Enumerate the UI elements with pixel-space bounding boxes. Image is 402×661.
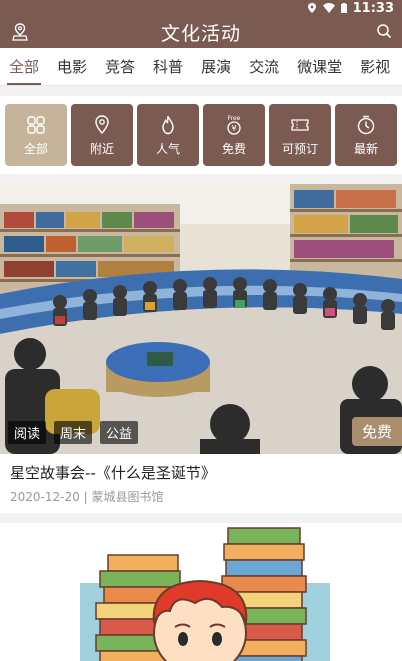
tag-charity: 公益 <box>100 421 139 444</box>
filter-label: 人气 <box>155 141 180 156</box>
map-location-icon[interactable] <box>12 23 28 41</box>
activity-info: 星空故事会--《什么是圣诞节》 2020-12-20 | 蒙城县图书馆 <box>0 454 402 513</box>
filter-label: 附近 <box>89 141 114 156</box>
filter-label: 全部 <box>23 141 48 156</box>
activity-title[interactable]: 星空故事会--《什么是圣诞节》 <box>10 462 392 483</box>
flame-icon <box>162 115 174 134</box>
filter-nearby-button[interactable]: 附近 <box>71 104 133 166</box>
tab-quiz[interactable]: 竞答 <box>96 48 144 85</box>
cartoon-books-illustration <box>0 523 402 661</box>
free-yen-icon: Free ¥ <box>227 115 241 135</box>
search-icon[interactable] <box>376 23 392 39</box>
tab-micro-class[interactable]: 微课堂 <box>288 48 351 85</box>
tag-reading: 阅读 <box>8 421 47 444</box>
location-pin-icon <box>95 114 109 134</box>
category-tabs: 全部 电影 竞答 科普 展演 交流 微课堂 影视 <box>0 48 402 86</box>
tag-weekend: 周末 <box>54 421 93 444</box>
activity-date: 2020-12-20 <box>10 490 80 504</box>
filter-free-button[interactable]: Free ¥ 免费 <box>203 104 265 166</box>
status-bar: 11:33 <box>0 0 402 16</box>
location-status-icon <box>307 3 316 13</box>
tab-exchange[interactable]: 交流 <box>240 48 288 85</box>
filter-label: 免费 <box>221 141 246 156</box>
filter-all-button[interactable]: 全部 <box>5 104 67 166</box>
price-badge: 免费 <box>351 417 402 446</box>
filter-label: 可预订 <box>281 141 318 156</box>
app-bar: 文化活动 <box>0 16 402 48</box>
tab-film[interactable]: 影视 <box>351 48 399 85</box>
page-title: 文化活动 <box>160 22 241 45</box>
svg-text:Free: Free <box>228 115 241 122</box>
wifi-icon <box>322 3 335 13</box>
activity-photo[interactable]: 阅读 周末 公益 免费 <box>0 184 402 454</box>
grid-icon <box>27 115 45 134</box>
status-time: 11:33 <box>352 0 394 16</box>
activity-meta: 2020-12-20 | 蒙城县图书馆 <box>10 488 392 505</box>
ticket-icon <box>291 118 309 131</box>
activity-venue: 蒙城县图书馆 <box>91 490 164 504</box>
battery-icon <box>340 3 347 13</box>
filter-popular-button[interactable]: 人气 <box>137 104 199 166</box>
filter-latest-button[interactable]: 最新 <box>335 104 397 166</box>
svg-text:¥: ¥ <box>231 124 236 133</box>
tab-science[interactable]: 科普 <box>144 48 192 85</box>
activity-card[interactable]: 阅读 周末 公益 免费 星空故事会--《什么是圣诞节》 2020-12-20 |… <box>0 184 402 513</box>
filter-label: 最新 <box>353 141 378 156</box>
tab-all[interactable]: 全部 <box>0 48 48 85</box>
activity-tags: 阅读 周末 公益 <box>8 421 139 444</box>
tab-movie[interactable]: 电影 <box>48 48 96 85</box>
library-storytelling-photo <box>0 184 402 454</box>
tab-performance[interactable]: 展演 <box>192 48 240 85</box>
clock-icon <box>357 115 375 134</box>
activity-card-2[interactable] <box>0 523 402 661</box>
filter-bar: 全部 附近 人气 Free ¥ 免费 可预订 最新 <box>0 96 402 174</box>
filter-bookable-button[interactable]: 可预订 <box>269 104 331 166</box>
